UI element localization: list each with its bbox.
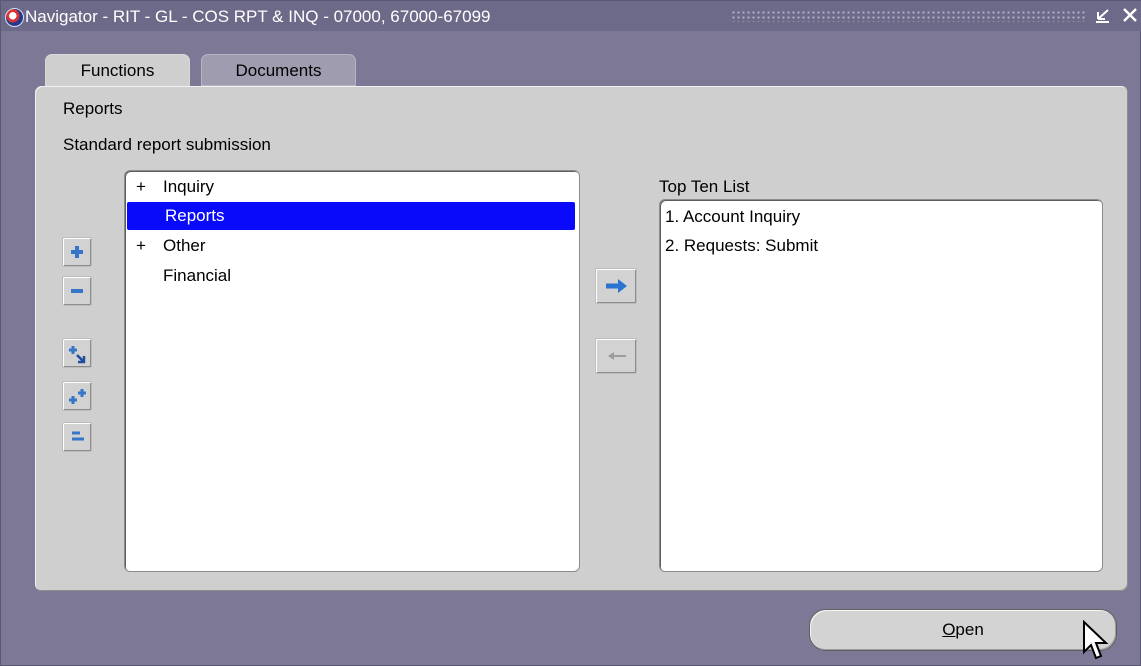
tree-item-label: Reports [165,206,225,225]
tab-documents[interactable]: Documents [201,54,356,86]
tree-item-label: Other [163,236,206,255]
tree-expander[interactable]: + [136,173,146,201]
collapse-all-icon [72,431,84,441]
current-node-label: Reports [63,99,123,118]
navigator-window: Navigator - RIT - GL - COS RPT & INQ - 0… [0,0,1141,666]
open-button[interactable]: Open [809,609,1117,651]
tree-item-financial[interactable]: Financial [125,262,575,290]
expand-branch-icon [69,346,86,364]
top-ten-item[interactable]: 1. Account Inquiry [665,203,800,231]
left-arrow-icon [608,352,626,360]
title-bar[interactable]: Navigator - RIT - GL - COS RPT & INQ - 0… [1,1,1141,31]
remove-from-top-ten-button[interactable] [595,338,637,374]
expand-all-icon [69,389,86,404]
expand-button[interactable] [62,237,92,267]
titlebar-grip[interactable] [731,10,1086,22]
description-label: Standard report submission [63,135,271,154]
right-arrow-icon [606,279,627,293]
tab-functions[interactable]: Functions [45,54,190,87]
top-ten-label: Top Ten List [659,177,750,196]
expand-branch-button[interactable] [62,338,92,368]
expand-icon [71,246,83,258]
collapse-all-button[interactable] [62,422,92,452]
expand-all-button[interactable] [62,381,92,411]
top-ten-item[interactable]: 2. Requests: Submit [665,232,818,260]
open-button-mnemonic: O [942,620,956,639]
open-button-label: pen [955,620,984,639]
tree-expander[interactable]: + [136,232,146,260]
tree-item-inquiry[interactable]: + Inquiry [125,173,575,201]
tree-item-label: Financial [163,266,232,285]
tree-item-other[interactable]: + Other [125,232,575,260]
tree-item-label: Inquiry [163,177,215,196]
add-to-top-ten-button[interactable] [595,268,637,304]
collapse-icon [71,289,83,293]
window-title: Navigator - RIT - GL - COS RPT & INQ - 0… [25,7,491,26]
oracle-app-icon [5,8,24,27]
minimize-icon[interactable] [1094,6,1112,26]
close-icon[interactable] [1121,6,1139,26]
function-tree[interactable]: + Inquiry Reports + Other Financial [124,170,580,572]
top-ten-list[interactable]: 1. Account Inquiry 2. Requests: Submit [659,199,1103,572]
collapse-button[interactable] [62,276,92,306]
mouse-cursor-icon [1083,620,1109,660]
tree-item-reports[interactable]: Reports [127,202,575,230]
